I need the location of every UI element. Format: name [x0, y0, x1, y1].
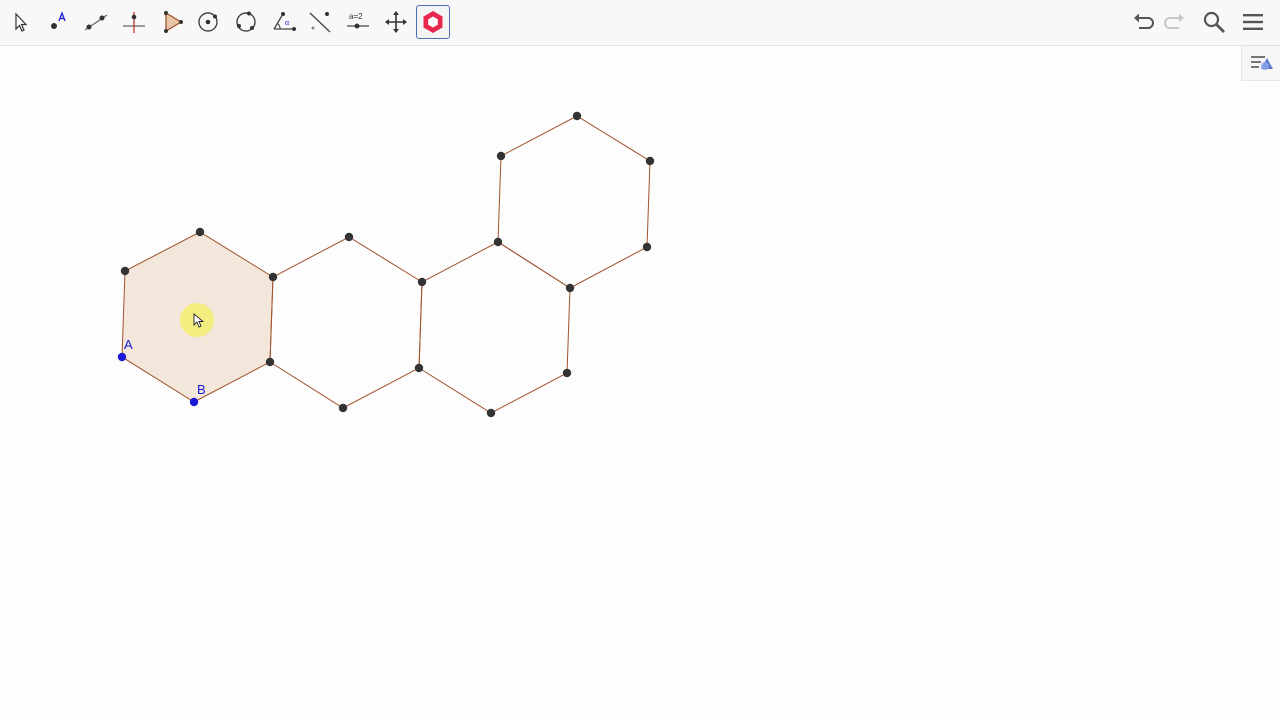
vertex-point[interactable] — [486, 408, 496, 418]
vertex-point[interactable] — [120, 266, 130, 276]
point-label-a: A — [124, 337, 133, 352]
vertex-point[interactable] — [417, 277, 427, 287]
vertex-point[interactable] — [195, 227, 205, 237]
vertex-point[interactable] — [562, 368, 572, 378]
vertex-point[interactable] — [344, 232, 354, 242]
hexagon-2[interactable] — [269, 236, 423, 409]
point-a[interactable] — [117, 352, 127, 362]
vertex-point[interactable] — [338, 403, 348, 413]
geometry-canvas[interactable]: A B — [0, 0, 1280, 720]
vertex-point[interactable] — [496, 151, 506, 161]
graphics-view[interactable]: A B — [0, 46, 1280, 720]
point-label-b: B — [197, 382, 206, 397]
vertex-point[interactable] — [265, 357, 275, 367]
hexagon-4[interactable] — [497, 115, 651, 289]
vertex-point[interactable] — [572, 111, 582, 121]
vertex-point[interactable] — [565, 283, 575, 293]
vertex-point[interactable] — [414, 363, 424, 373]
point-b[interactable] — [189, 397, 199, 407]
vertex-point[interactable] — [268, 272, 278, 282]
vertex-point[interactable] — [645, 156, 655, 166]
hexagon-3[interactable] — [418, 241, 571, 414]
vertex-point[interactable] — [493, 237, 503, 247]
vertex-point[interactable] — [642, 242, 652, 252]
